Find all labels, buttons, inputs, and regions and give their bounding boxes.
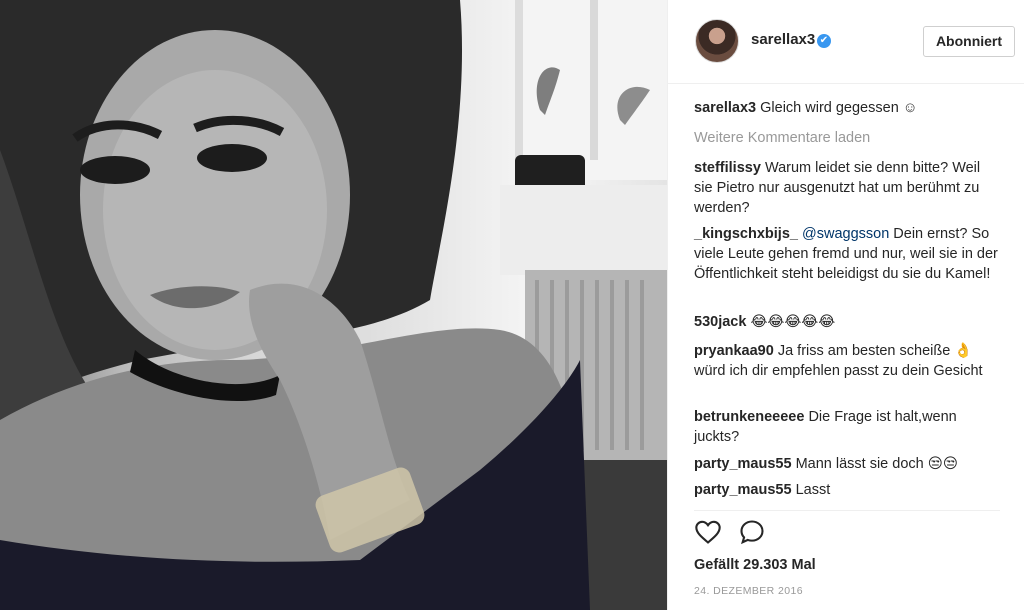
comment-mention[interactable]: @swaggsson	[802, 226, 889, 242]
comment-text: Lasst	[795, 482, 831, 498]
comment: party_maus55 Lasst	[694, 480, 999, 500]
comment: steffilissy Warum leidet sie denn bitte?…	[694, 158, 999, 218]
comment-text: 😂😂😂😂😂	[750, 314, 836, 330]
comment: 530jack 😂😂😂😂😂	[694, 312, 999, 332]
likes-count[interactable]: Gefällt 29.303 Mal	[694, 557, 816, 573]
caption: sarellax3 Gleich wird gegessen ☺	[694, 98, 999, 118]
comment-text: Mann lässt sie doch 😒😒	[795, 456, 958, 472]
comment-username[interactable]: party_maus55	[694, 456, 792, 472]
comment-username[interactable]: steffilissy	[694, 160, 761, 176]
comment-username[interactable]: party_maus55	[694, 482, 792, 498]
verified-badge-icon: ✔	[817, 34, 831, 48]
post-actions	[694, 518, 1004, 548]
comment-username[interactable]: _kingschxbijs_	[694, 226, 798, 242]
comment: _kingschxbijs_ @swaggsson Dein ernst? So…	[694, 224, 999, 284]
comment: pryankaa90 Ja friss am besten scheiße 👌 …	[694, 341, 999, 381]
comment-username[interactable]: betrunkeneeeee	[694, 409, 804, 425]
comment-username[interactable]: 530jack	[694, 314, 746, 330]
post-author-username[interactable]: sarellax3	[751, 31, 815, 48]
comment-username[interactable]: pryankaa90	[694, 343, 774, 359]
load-more-comments[interactable]: Weitere Kommentare laden	[694, 128, 870, 148]
post-side-panel: sarellax3 ✔ Abonniert sarellax3 Gleich w…	[667, 0, 1024, 610]
post-date[interactable]: 24. DEZEMBER 2016	[694, 585, 803, 597]
heart-icon[interactable]	[694, 518, 722, 546]
post-header: sarellax3 ✔ Abonniert	[668, 0, 1024, 84]
post-photo[interactable]	[0, 0, 667, 610]
following-button[interactable]: Abonniert	[923, 26, 1015, 57]
comment-bubble-icon[interactable]	[738, 518, 766, 546]
comment: betrunkeneeeee Die Frage ist halt,wenn j…	[694, 407, 999, 447]
comment: party_maus55 Mann lässt sie doch 😒😒	[694, 454, 999, 474]
avatar[interactable]	[695, 19, 739, 63]
divider	[694, 510, 1000, 511]
caption-text: Gleich wird gegessen ☺	[760, 100, 918, 116]
selfie-image	[0, 0, 667, 610]
caption-username[interactable]: sarellax3	[694, 100, 756, 116]
